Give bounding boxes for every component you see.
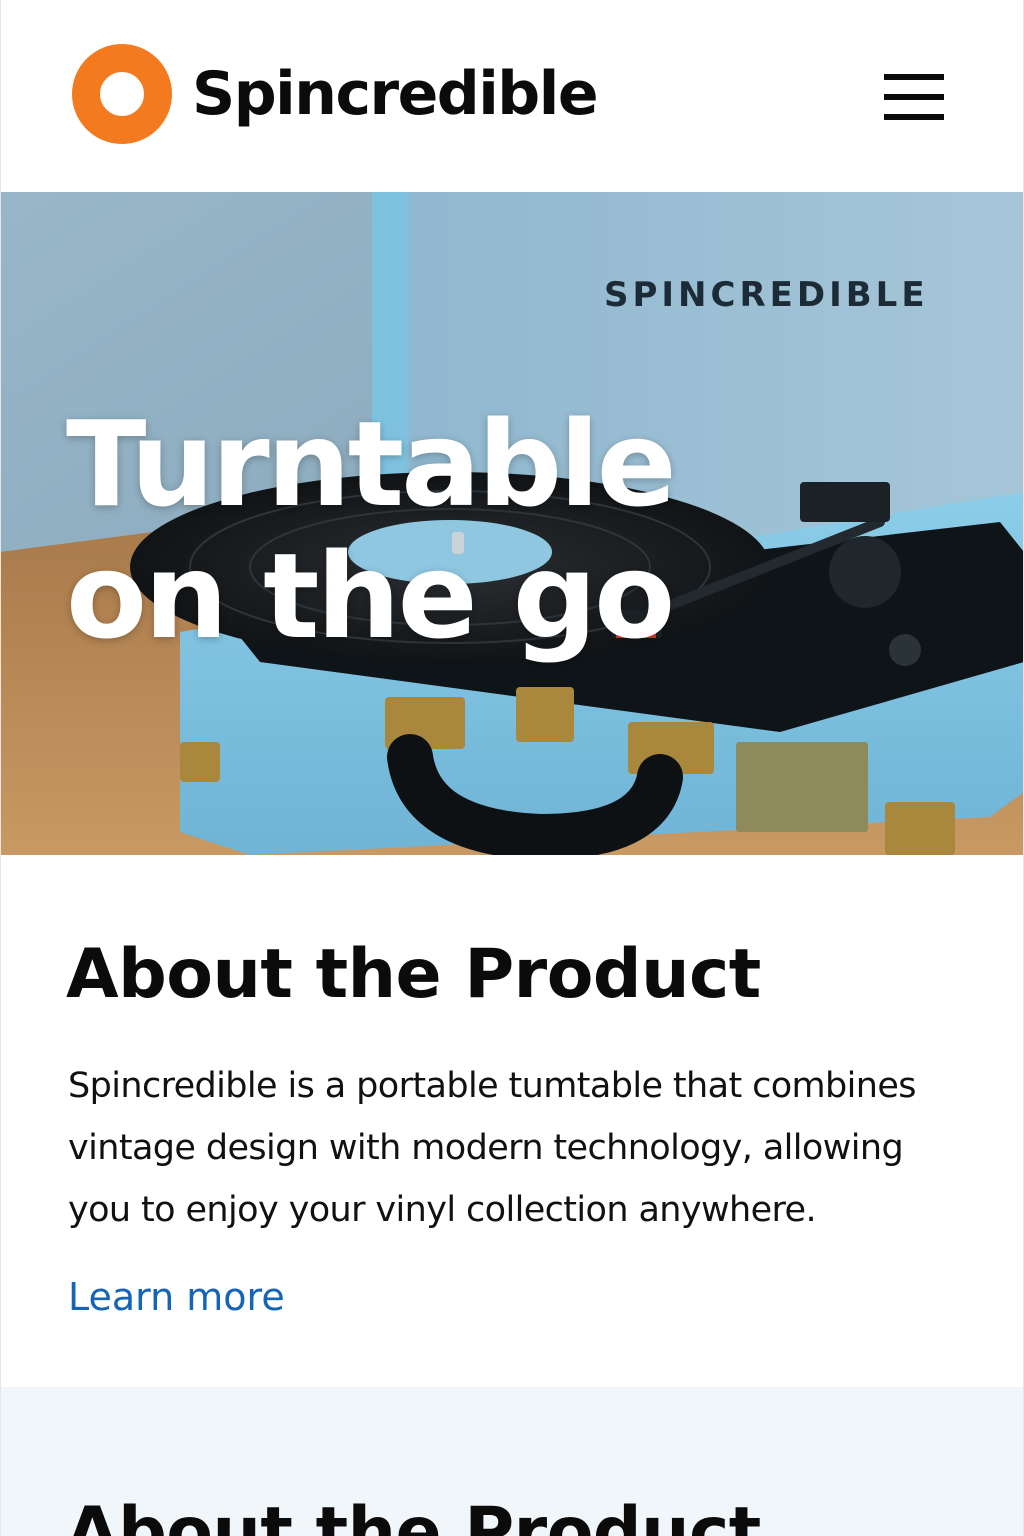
page: Spincredible SPINCREDIBLE Turntable on t… <box>0 0 1024 1536</box>
brand-name: Spincredible <box>192 59 599 129</box>
about-heading: About the Product <box>66 935 761 1014</box>
hero-title-line-1: Turntable <box>66 395 677 533</box>
site-header: Spincredible <box>0 0 1024 192</box>
learn-more-link[interactable]: Learn more <box>68 1273 285 1321</box>
about-product-section-repeat: About the Product <box>0 1387 1024 1536</box>
brand-home-link[interactable]: Spincredible <box>72 44 599 144</box>
left-edge-divider <box>0 0 1 1536</box>
about-description: Spincredible is a portable tumtable that… <box>68 1066 917 1230</box>
about-heading-repeat: About the Product <box>66 1493 761 1536</box>
orange-ring-logo-icon <box>72 44 172 144</box>
hamburger-menu-button[interactable] <box>880 70 946 124</box>
hero-title-line-2: on the go <box>66 527 675 665</box>
hamburger-menu-icon <box>884 74 944 120</box>
hero-banner: SPINCREDIBLE Turntable on the go <box>0 192 1024 855</box>
hero-title: Turntable on the go <box>66 395 677 665</box>
svg-text:SPINCREDIBLE: SPINCREDIBLE <box>604 275 929 315</box>
about-product-section: About the Product Spincredible is a port… <box>0 855 1024 1387</box>
